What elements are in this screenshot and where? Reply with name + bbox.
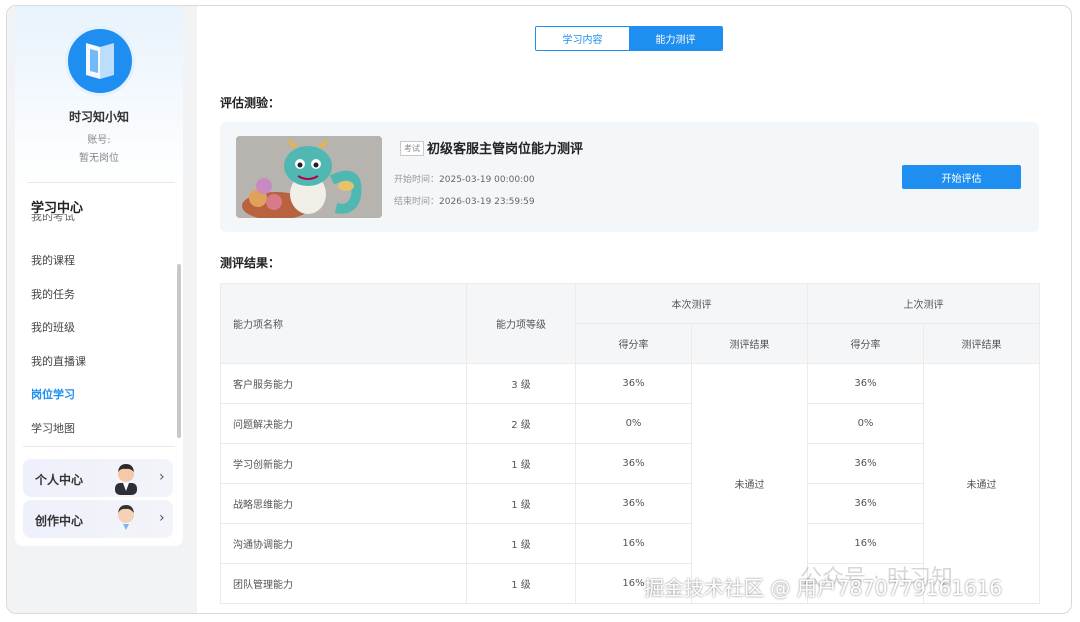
menu-item-position-learning[interactable]: 岗位学习 bbox=[31, 386, 75, 402]
table-row: 问题解决能力 2 级 0% 0% bbox=[220, 403, 1040, 444]
chevron-right-icon: › bbox=[159, 469, 165, 485]
header-previous-assessment: 上次测评 bbox=[807, 283, 1040, 324]
person-avatar-icon bbox=[115, 505, 137, 536]
current-rate-cell: 0% bbox=[575, 403, 692, 444]
account-label: 账号: bbox=[87, 135, 111, 146]
exam-title: 初级客服主管岗位能力测评 bbox=[427, 142, 584, 157]
dragon-illustration bbox=[236, 136, 382, 218]
exam-start-time: 开始时间：2025-03-19 00:00:00 bbox=[394, 175, 535, 185]
creator-center-label: 创作中心 bbox=[35, 514, 84, 528]
header-previous-score-rate: 得分率 bbox=[807, 323, 924, 364]
username: 时习知小知 bbox=[68, 110, 129, 124]
app-window: 时习知小知 账号: 暂无岗位 学习中心 我的考试 我的课程 我的任务 我的班级 … bbox=[6, 5, 1072, 614]
assessment-section-title: 评估测验： bbox=[220, 96, 281, 110]
divider bbox=[27, 182, 175, 183]
previous-rate-cell: 36% bbox=[807, 443, 924, 484]
chevron-right-icon: › bbox=[159, 510, 165, 526]
header-current-assessment: 本次测评 bbox=[575, 283, 808, 324]
ability-level-cell: 2 级 bbox=[466, 403, 576, 444]
ability-name-cell: 问题解决能力 bbox=[220, 403, 467, 444]
tab-bar: 学习内容 能力测评 bbox=[535, 26, 723, 51]
personal-center-button[interactable]: 个人中心 › bbox=[23, 459, 173, 497]
exam-thumbnail bbox=[236, 136, 382, 218]
ability-level-cell: 1 级 bbox=[466, 483, 576, 524]
start-assessment-button[interactable]: 开始评估 bbox=[902, 165, 1021, 189]
current-rate-cell: 36% bbox=[575, 483, 692, 524]
sidebar-scrollbar[interactable] bbox=[177, 264, 181, 438]
menu-item-my-courses[interactable]: 我的课程 bbox=[31, 252, 75, 268]
creator-center-button[interactable]: 创作中心 › bbox=[23, 500, 173, 538]
menu-item-my-tasks[interactable]: 我的任务 bbox=[31, 286, 75, 302]
juejin-watermark: 掘金技术社区 @ 用户787077916161​6 bbox=[644, 576, 1003, 600]
header-ability-level: 能力项等级 bbox=[466, 283, 576, 364]
ability-level-cell: 1 级 bbox=[466, 563, 576, 604]
ability-name-cell: 沟通协调能力 bbox=[220, 523, 467, 564]
current-rate-cell: 16% bbox=[575, 523, 692, 564]
menu-item-my-live[interactable]: 我的直播课 bbox=[31, 353, 86, 369]
current-result-cell: 未通过 bbox=[691, 363, 808, 604]
header-ability-name: 能力项名称 bbox=[220, 283, 467, 364]
header-current-result: 测评结果 bbox=[691, 323, 808, 364]
menu-item-my-classes[interactable]: 我的班级 bbox=[31, 319, 75, 335]
ability-name-cell: 战略思维能力 bbox=[220, 483, 467, 524]
exam-card: 考试 初级客服主管岗位能力测评 开始时间：2025-03-19 00:00:00… bbox=[220, 122, 1039, 232]
tab-ability-assessment[interactable]: 能力测评 bbox=[629, 27, 722, 50]
exam-type-badge: 考试 bbox=[400, 141, 424, 156]
position-label: 暂无岗位 bbox=[79, 153, 119, 164]
sidebar: 时习知小知 账号: 暂无岗位 学习中心 我的考试 我的课程 我的任务 我的班级 … bbox=[15, 6, 183, 546]
table-row: 战略思维能力 1 级 36% 36% bbox=[220, 483, 1040, 524]
book-icon bbox=[86, 43, 114, 79]
ability-level-cell: 3 级 bbox=[466, 363, 576, 404]
previous-rate-cell: 36% bbox=[807, 483, 924, 524]
ability-level-cell: 1 级 bbox=[466, 523, 576, 564]
divider bbox=[23, 446, 175, 447]
ability-name-cell: 团队管理能力 bbox=[220, 563, 467, 604]
ability-name-cell: 客户服务能力 bbox=[220, 363, 467, 404]
avatar[interactable] bbox=[65, 26, 135, 96]
previous-rate-cell: 36% bbox=[807, 363, 924, 404]
previous-rate-cell: 16% bbox=[807, 523, 924, 564]
personal-center-label: 个人中心 bbox=[35, 473, 84, 487]
menu-item-clipped[interactable]: 我的考试 bbox=[31, 214, 161, 226]
previous-rate-cell: 0% bbox=[807, 403, 924, 444]
results-table: 能力项名称 能力项等级 本次测评 上次测评 得分率 测评结果 得分率 测评结果 … bbox=[220, 283, 1040, 604]
header-previous-result: 测评结果 bbox=[923, 323, 1040, 364]
current-rate-cell: 36% bbox=[575, 363, 692, 404]
table-row: 沟通协调能力 1 级 16% 16% bbox=[220, 523, 1040, 564]
menu-item-learning-map[interactable]: 学习地图 bbox=[31, 420, 75, 436]
ability-level-cell: 1 级 bbox=[466, 443, 576, 484]
header-current-score-rate: 得分率 bbox=[575, 323, 692, 364]
table-row: 学习创新能力 1 级 36% 36% bbox=[220, 443, 1040, 484]
person-avatar-icon bbox=[115, 464, 137, 495]
table-row: 客户服务能力 3 级 36% 未通过 36% 未通过 bbox=[220, 363, 1040, 604]
ability-name-cell: 学习创新能力 bbox=[220, 443, 467, 484]
profile-card: 时习知小知 账号: 暂无岗位 bbox=[15, 6, 183, 184]
current-rate-cell: 36% bbox=[575, 443, 692, 484]
results-section-title: 测评结果： bbox=[220, 256, 281, 270]
exam-end-time: 结束时间：2026-03-19 23:59:59 bbox=[394, 197, 535, 207]
tab-learning-content[interactable]: 学习内容 bbox=[536, 27, 629, 50]
